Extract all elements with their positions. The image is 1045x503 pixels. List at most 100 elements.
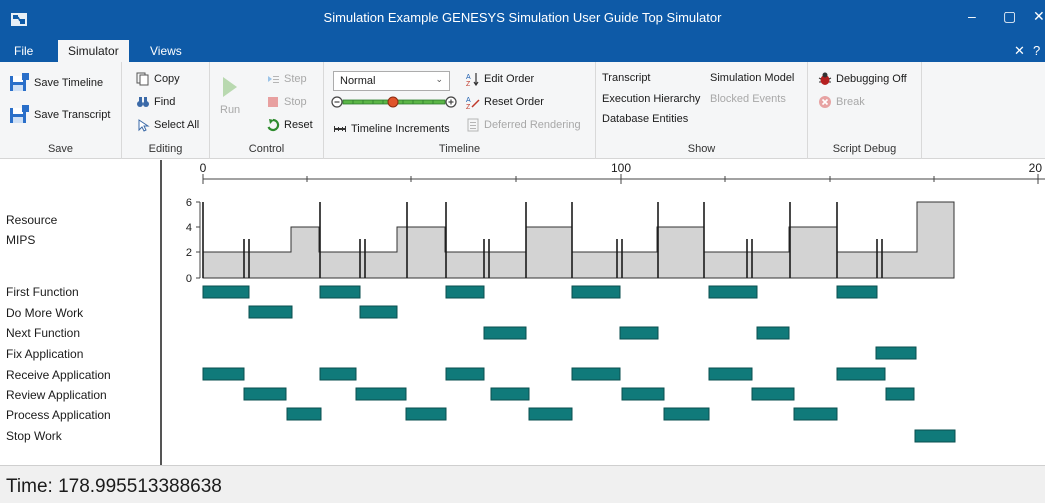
gantt-bar-receive-application[interactable] xyxy=(836,367,886,381)
execution-hierarchy-toggle[interactable]: Execution Hierarchy xyxy=(602,93,700,105)
stop-button[interactable]: Stop xyxy=(266,95,307,109)
resource-tick-0: 0 xyxy=(186,273,192,285)
save-timeline-button[interactable]: Save Timeline xyxy=(8,72,103,94)
save-timeline-label: Save Timeline xyxy=(34,77,104,89)
menu-tabs: File Simulator Views ✕ ? xyxy=(0,40,1045,62)
close-button[interactable]: ✕ xyxy=(1033,8,1045,25)
speed-slider[interactable] xyxy=(331,94,457,110)
select-all-label: Select All xyxy=(154,119,200,131)
status-bar: Time: 178.995513388638 xyxy=(0,465,1045,503)
copy-button[interactable]: Copy xyxy=(136,72,180,86)
sort-az-icon: A Z xyxy=(466,73,479,86)
group-show-label: Show xyxy=(687,143,716,155)
tools-icon[interactable]: ✕ xyxy=(1014,43,1025,59)
gantt-bar-review-application[interactable] xyxy=(885,387,915,401)
timeline-increments-button[interactable]: Timeline Increments xyxy=(333,122,450,136)
gantt-bar-first-function[interactable] xyxy=(445,285,485,299)
gantt-bar-review-application[interactable] xyxy=(490,387,530,401)
gantt-bar-process-application[interactable] xyxy=(663,407,710,421)
gantt-bar-review-application[interactable] xyxy=(751,387,795,401)
gantt-bar-next-function[interactable] xyxy=(483,326,527,340)
gantt-bar-receive-application[interactable] xyxy=(445,367,485,381)
reset-button[interactable]: Reset xyxy=(266,118,313,132)
group-timeline: Normal ⌄ Timeline Increments A Z Edit Or… xyxy=(324,62,596,159)
gantt-bar-receive-application[interactable] xyxy=(571,367,621,381)
resource-tick-4: 4 xyxy=(186,222,192,234)
step-button[interactable]: Step xyxy=(266,72,307,86)
play-icon xyxy=(223,77,238,97)
database-entities-toggle[interactable]: Database Entities xyxy=(602,113,688,125)
find-button[interactable]: Find xyxy=(136,95,175,109)
transcript-toggle[interactable]: Transcript xyxy=(602,72,651,84)
timeline-chart[interactable]: 0 100 20 6 4 2 0 xyxy=(164,160,1045,465)
group-timeline-label: Timeline xyxy=(438,143,481,155)
reset-order-icon: A Z xyxy=(466,97,480,109)
group-editing-label: Editing xyxy=(148,143,183,155)
row-label-first-function[interactable]: First Function xyxy=(6,285,79,299)
step-icon xyxy=(268,76,279,83)
find-label: Find xyxy=(154,96,176,108)
row-labels: Resource MIPS First Function Do More Wor… xyxy=(0,160,162,465)
speed-dropdown[interactable]: Normal ⌄ xyxy=(333,71,450,91)
row-label-stop-work[interactable]: Stop Work xyxy=(6,429,62,443)
gantt-bar-review-application[interactable] xyxy=(621,387,665,401)
gantt-bar-review-application[interactable] xyxy=(355,387,407,401)
break-button[interactable]: Break xyxy=(818,95,865,109)
select-all-button[interactable]: Select All xyxy=(136,118,199,132)
gantt-bar-first-function[interactable] xyxy=(571,285,621,299)
deferred-rendering-button[interactable]: Deferred Rendering xyxy=(466,118,581,132)
gantt-bar-stop-work[interactable] xyxy=(914,429,956,443)
save-transcript-icon xyxy=(10,105,29,123)
row-label-process-application[interactable]: Process Application xyxy=(6,408,111,422)
gantt-bar-first-function[interactable] xyxy=(319,285,361,299)
step-label: Step xyxy=(284,73,307,85)
gantt-bar-process-application[interactable] xyxy=(286,407,322,421)
time-tick-label-200: 20 xyxy=(1029,161,1043,175)
deferred-rendering-label: Deferred Rendering xyxy=(484,119,581,131)
chevron-down-icon: ⌄ xyxy=(435,74,443,84)
gantt-bar-process-application[interactable] xyxy=(405,407,447,421)
gantt-bar-receive-application[interactable] xyxy=(319,367,357,381)
gantt-bar-first-function[interactable] xyxy=(202,285,250,299)
blocked-events-toggle[interactable]: Blocked Events xyxy=(710,93,786,105)
ribbon: Save Timeline Save Transcript Save Copy … xyxy=(0,62,1045,159)
row-label-review-application[interactable]: Review Application xyxy=(6,388,107,402)
reset-order-button[interactable]: A Z Reset Order xyxy=(466,95,544,109)
gantt-bar-process-application[interactable] xyxy=(793,407,838,421)
gantt-bar-next-function[interactable] xyxy=(756,326,790,340)
help-icon[interactable]: ? xyxy=(1033,43,1040,58)
gantt-bar-review-application[interactable] xyxy=(243,387,287,401)
gantt-bar-first-function[interactable] xyxy=(708,285,758,299)
group-editing: Copy Find Select All Editing xyxy=(122,62,210,159)
group-script-debug-label: Script Debug xyxy=(832,143,897,155)
maximize-button[interactable]: ▢ xyxy=(1003,8,1016,25)
gantt-bar-next-function[interactable] xyxy=(619,326,659,340)
gantt-bar-receive-application[interactable] xyxy=(708,367,753,381)
gantt-bar-process-application[interactable] xyxy=(528,407,573,421)
svg-text:Z: Z xyxy=(466,104,471,109)
row-label-receive-application[interactable]: Receive Application xyxy=(6,368,111,382)
gantt-bar-do-more-work[interactable] xyxy=(359,305,398,319)
gantt-bar-first-function[interactable] xyxy=(836,285,878,299)
tab-file[interactable]: File xyxy=(4,40,43,62)
svg-text:A: A xyxy=(466,97,471,104)
row-label-fix-application[interactable]: Fix Application xyxy=(6,347,83,361)
run-button[interactable]: Run xyxy=(220,76,240,116)
gantt-bar-receive-application[interactable] xyxy=(202,367,245,381)
gantt-bar-fix-application[interactable] xyxy=(875,346,917,360)
ruler-icon xyxy=(334,126,346,132)
simulation-model-toggle[interactable]: Simulation Model xyxy=(710,72,794,84)
tab-views[interactable]: Views xyxy=(140,40,192,62)
save-transcript-button[interactable]: Save Transcript xyxy=(8,104,110,126)
edit-order-button[interactable]: A Z Edit Order xyxy=(466,72,534,86)
minimize-button[interactable]: – xyxy=(968,8,976,24)
resource-tick-2: 2 xyxy=(186,247,192,259)
gantt-bar-do-more-work[interactable] xyxy=(248,305,293,319)
copy-label: Copy xyxy=(154,73,180,85)
break-label: Break xyxy=(836,96,865,108)
debugging-off-button[interactable]: Debugging Off xyxy=(818,72,907,86)
row-label-next-function[interactable]: Next Function xyxy=(6,326,80,340)
title-bar: Simulation Example GENESYS Simulation Us… xyxy=(0,0,1045,40)
row-label-do-more-work[interactable]: Do More Work xyxy=(6,306,83,320)
tab-simulator[interactable]: Simulator xyxy=(58,40,129,62)
